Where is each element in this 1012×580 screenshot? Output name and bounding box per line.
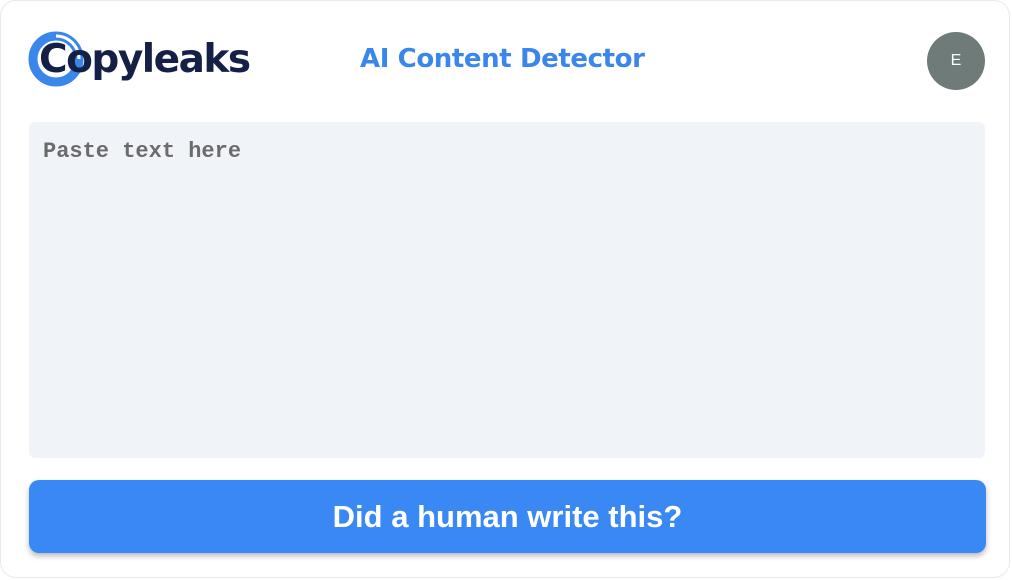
check-human-button[interactable]: Did a human write this? <box>29 480 986 553</box>
header: Copyleaks AI Content Detector E <box>1 1 1009 111</box>
copyleaks-logo[interactable]: Copyleaks <box>26 29 266 91</box>
avatar-initial: E <box>950 52 962 69</box>
text-input[interactable] <box>29 122 985 458</box>
page-title: AI Content Detector <box>360 44 645 74</box>
detector-card: Copyleaks AI Content Detector E Did a hu… <box>0 0 1010 578</box>
logo-wordmark: Copyleaks <box>39 37 251 82</box>
check-human-button-label: Did a human write this? <box>332 498 683 534</box>
user-avatar[interactable]: E <box>927 32 985 90</box>
